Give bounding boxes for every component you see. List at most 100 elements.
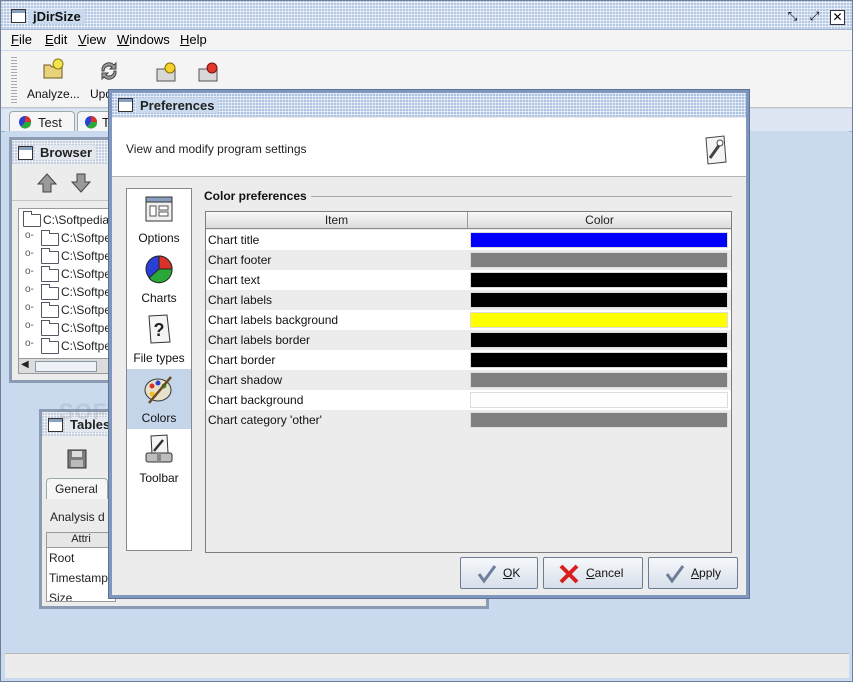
color-swatch[interactable] (470, 392, 728, 408)
tree-expand-icon[interactable]: o- (25, 338, 34, 349)
folder-icon (41, 248, 59, 264)
arrow-down-icon[interactable] (70, 172, 92, 194)
svg-text:?: ? (154, 320, 165, 340)
color-table-row[interactable]: Chart category 'other' (206, 410, 731, 430)
color-table: Item Color Chart title Chart footer Chart … (205, 211, 732, 553)
color-table-row[interactable]: Chart labels background (206, 310, 731, 330)
scroll-thumb[interactable] (35, 361, 97, 372)
color-swatch[interactable] (470, 352, 728, 368)
attr-row-timestamp: Timestamp (49, 571, 108, 585)
minimize-icon[interactable]: ⤡ (786, 10, 799, 23)
scroll-left-icon[interactable]: ◀ (21, 359, 29, 370)
tree-item[interactable]: o- C:\Softpe (19, 283, 113, 301)
tree-item[interactable]: o- C:\Softpe (19, 265, 113, 283)
maximize-icon[interactable]: ⤢ (808, 10, 821, 23)
tree-expand-icon[interactable]: o- (25, 302, 34, 313)
category-file-types[interactable]: ? File types (127, 309, 191, 369)
color-table-row[interactable]: Chart title (206, 230, 731, 250)
check-icon (665, 565, 685, 584)
category-file-types-label: File types (133, 351, 185, 365)
palette-icon (144, 376, 172, 404)
color-swatch[interactable] (470, 292, 728, 308)
folder-yellow-icon[interactable] (155, 61, 181, 83)
tree-root[interactable]: C:\Softpedia (19, 211, 113, 229)
color-swatch[interactable] (470, 272, 728, 288)
menu-edit[interactable]: Edit (45, 32, 67, 47)
color-table-row[interactable]: Chart background (206, 390, 731, 410)
color-swatch[interactable] (470, 332, 728, 348)
cancel-button[interactable]: Cancel (543, 557, 643, 589)
options-icon (145, 196, 173, 222)
settings-wrench-icon (705, 135, 727, 165)
analyze-label: Analyze... (27, 87, 80, 101)
color-swatch[interactable] (470, 372, 728, 388)
folder-icon (41, 338, 59, 354)
menu-windows[interactable]: Windows (117, 32, 170, 47)
tree-item[interactable]: o- C:\Softpe (19, 337, 113, 355)
attr-row-size: Size (49, 591, 73, 601)
attr-column-header[interactable]: Attri (47, 533, 115, 548)
title-bar[interactable]: jDirSize ⤡ ⤢ ✕ (1, 1, 852, 30)
tree-expand-icon[interactable]: o- (25, 248, 34, 259)
analyze-button[interactable]: Analyze... (25, 55, 83, 103)
menu-file[interactable]: File (11, 32, 32, 47)
tree-expand-icon[interactable]: o- (25, 266, 34, 277)
color-swatch[interactable] (470, 252, 728, 268)
tree-expand-icon[interactable]: o- (25, 284, 34, 295)
column-header-item[interactable]: Item (206, 212, 468, 229)
category-colors-label: Colors (141, 411, 177, 425)
analysis-label: Analysis d (50, 510, 105, 524)
color-table-row[interactable]: Chart labels border (206, 330, 731, 350)
menu-help-mnemonic: H (180, 32, 190, 47)
apply-button[interactable]: Apply (648, 557, 738, 589)
color-item-label: Chart border (208, 353, 276, 367)
color-table-row[interactable]: Chart footer (206, 250, 731, 270)
tree-expand-icon[interactable]: o- (25, 230, 34, 241)
menu-help[interactable]: Help (180, 32, 207, 47)
category-colors[interactable]: Colors (127, 369, 191, 429)
refresh-icon (101, 61, 117, 81)
toolbar-grip[interactable] (11, 55, 17, 103)
tab-second[interactable]: T (77, 111, 111, 132)
column-header-color[interactable]: Color (468, 212, 731, 229)
browser-title-bar[interactable]: Browser (12, 140, 116, 164)
check-icon (477, 565, 497, 584)
folder-icon (41, 302, 59, 318)
tree-item[interactable]: o- C:\Softpe (19, 319, 113, 337)
preferences-title-bar[interactable]: Preferences (112, 93, 746, 117)
cancel-mnemonic: C (586, 566, 595, 580)
tree-item[interactable]: o- C:\Softpe (19, 301, 113, 319)
color-table-row[interactable]: Chart text (206, 270, 731, 290)
update-button[interactable]: Upd (89, 55, 117, 103)
tree-item[interactable]: o- C:\Softpe (19, 247, 113, 265)
browser-toolbar (12, 166, 116, 201)
tree-expand-icon[interactable]: o- (25, 320, 34, 331)
color-swatch[interactable] (470, 412, 728, 428)
close-icon[interactable]: ✕ (830, 10, 845, 25)
menu-file-mnemonic: F (11, 32, 19, 47)
color-swatch[interactable] (470, 312, 728, 328)
color-table-row[interactable]: Chart border (206, 350, 731, 370)
arrow-up-icon[interactable] (36, 172, 58, 194)
color-table-row[interactable]: Chart shadow (206, 370, 731, 390)
category-toolbar[interactable]: Toolbar (127, 429, 191, 489)
tree-item[interactable]: o- C:\Softpe (19, 229, 113, 247)
color-table-row[interactable]: Chart labels (206, 290, 731, 310)
tab-general[interactable]: General (46, 478, 108, 499)
tree-item-label: C:\Softpe (61, 339, 112, 353)
pie-chart-icon (145, 255, 173, 284)
category-options[interactable]: Options (127, 189, 191, 249)
save-disk-icon[interactable] (66, 448, 88, 470)
color-preferences-title: Color preferences (204, 189, 311, 203)
tab-test[interactable]: Test (9, 111, 75, 132)
ok-button[interactable]: OK (460, 557, 538, 589)
browser-tree[interactable]: C:\Softpedia o- C:\Softpe o- C:\Softpe o- C:\… (18, 208, 114, 360)
browser-title: Browser (36, 145, 97, 160)
tree-item-label: C:\Softpe (61, 267, 112, 281)
folder-red-icon[interactable] (197, 61, 223, 83)
category-charts[interactable]: Charts (127, 249, 191, 309)
browser-hscrollbar[interactable]: ◀ (18, 358, 114, 374)
color-swatch[interactable] (470, 232, 728, 248)
menu-view[interactable]: View (78, 32, 106, 47)
folder-icon (41, 320, 59, 336)
